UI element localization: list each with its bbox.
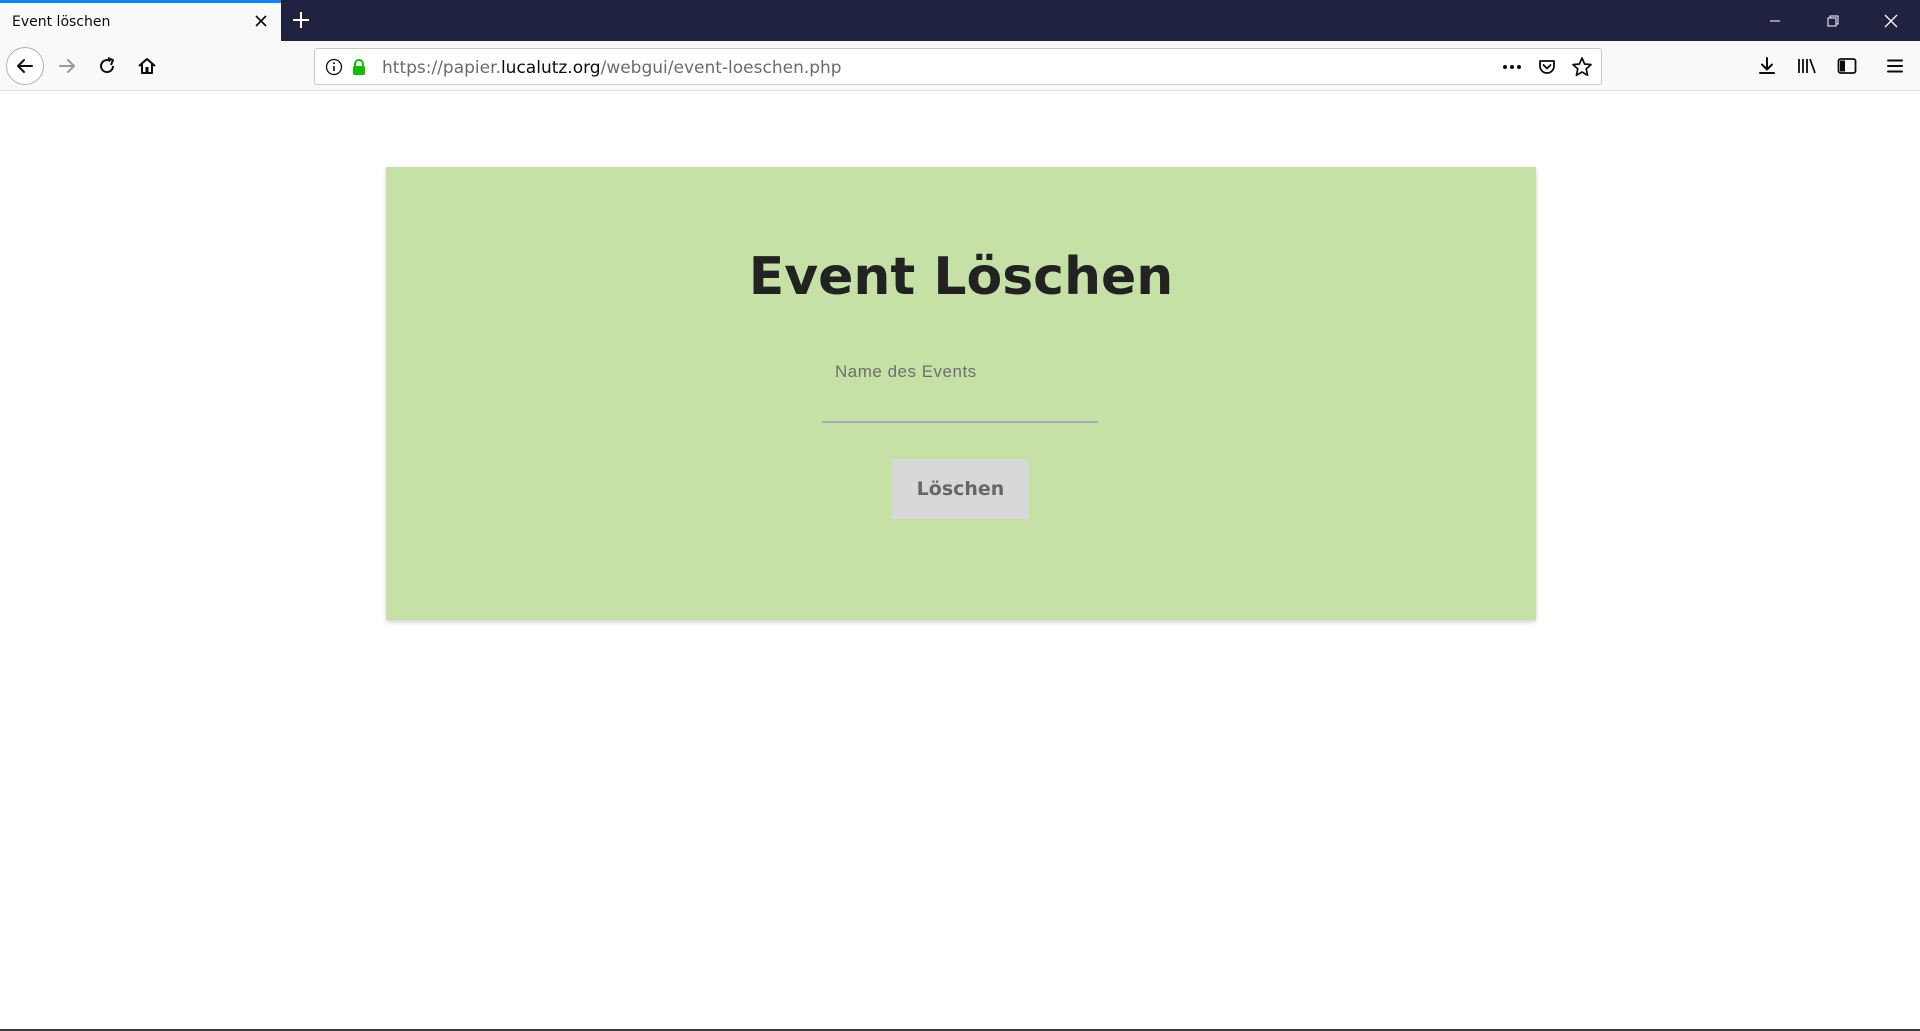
window-close-icon[interactable]	[1862, 0, 1920, 41]
restore-icon[interactable]	[1804, 0, 1862, 41]
new-tab-plus-icon[interactable]	[289, 8, 313, 32]
ellipsis-icon[interactable]	[1501, 56, 1523, 78]
url-domain: lucalutz.org	[500, 58, 601, 78]
lock-icon[interactable]	[348, 56, 370, 78]
tab-strip: Event löschen	[0, 0, 1920, 41]
reload-icon[interactable]	[88, 47, 126, 85]
event-name-input[interactable]	[822, 387, 1098, 423]
bookmark-star-icon[interactable]	[1571, 56, 1593, 78]
url-bar[interactable]: https://papier.lucalutz.org/webgui/event…	[314, 48, 1602, 85]
download-icon[interactable]	[1748, 47, 1786, 85]
tab-title: Event löschen	[12, 14, 111, 30]
pocket-icon[interactable]	[1536, 56, 1558, 78]
library-icon[interactable]	[1788, 47, 1826, 85]
home-icon[interactable]	[128, 47, 166, 85]
back-arrow-icon[interactable]	[6, 47, 44, 85]
minimize-icon[interactable]	[1746, 0, 1804, 41]
url-text[interactable]: https://papier.lucalutz.org/webgui/event…	[382, 58, 842, 78]
delete-button[interactable]: Löschen	[892, 459, 1029, 519]
url-prefix: https://papier.	[382, 58, 501, 78]
page-title: Event Löschen	[748, 247, 1174, 307]
sidebar-icon[interactable]	[1828, 47, 1866, 85]
forward-arrow-icon[interactable]	[48, 47, 86, 85]
event-name-label: Name des Events	[835, 362, 977, 381]
url-path: /webgui/event-loeschen.php	[600, 58, 842, 78]
tab-close-icon[interactable]	[251, 11, 271, 31]
delete-event-card: Event Löschen Name des Events Löschen	[386, 167, 1536, 620]
site-info-icon[interactable]	[323, 56, 345, 78]
navigation-toolbar: https://papier.lucalutz.org/webgui/event…	[0, 41, 1920, 91]
hamburger-menu-icon[interactable]	[1876, 47, 1914, 85]
tab-active[interactable]: Event löschen	[0, 0, 281, 41]
